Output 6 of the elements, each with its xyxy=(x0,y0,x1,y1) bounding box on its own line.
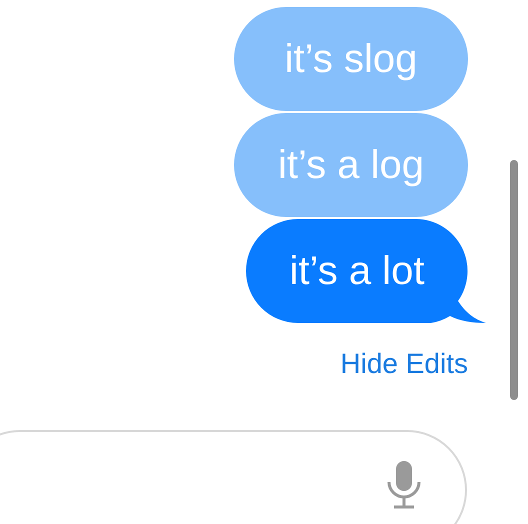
hide-edits-link[interactable]: Hide Edits xyxy=(340,343,468,385)
microphone-icon[interactable] xyxy=(386,460,422,510)
message-bubble: it’s a lot xyxy=(246,219,486,323)
edited-message-bubble: it’s a log xyxy=(234,113,468,217)
edited-message-bubble: it’s slog xyxy=(234,7,468,111)
scrollbar[interactable] xyxy=(510,160,518,400)
